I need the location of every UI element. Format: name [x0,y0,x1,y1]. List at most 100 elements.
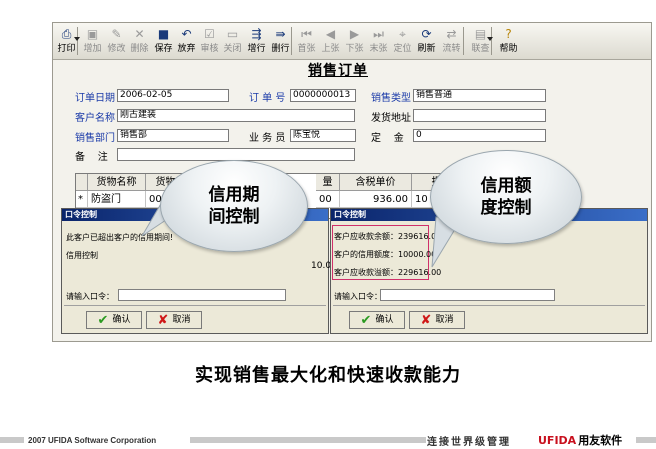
locate-icon: ⌖ [399,27,406,41]
confirm-label: 确认 [112,315,131,325]
check-icon: ✔ [360,312,372,328]
password-label: 请输入口令： [334,292,382,301]
toolbar-button-10[interactable]: ⏮ 首张 [295,25,318,57]
toolbar-separator-after-flow [463,27,464,55]
footer-bar [0,437,24,443]
toolbar-button-1[interactable]: ▣ 增加 [81,25,104,57]
refresh-icon: ⟳ [421,27,432,41]
printer-icon: ⎙ [61,27,72,41]
toolbar-separator-after-print [77,27,78,55]
cancel-button[interactable]: ✘ 取消 [146,311,202,329]
password-input[interactable] [118,289,286,301]
toolbar-button-2[interactable]: ✎ 修改 [105,25,128,57]
toolbar-button-17[interactable]: ▤ 联查 [469,25,492,57]
toolbar-button-4[interactable]: ■ 保存 [152,25,175,57]
remark-label: 备 注 [75,152,108,163]
grid-partial-value: 10.0 [311,261,332,271]
dept-label: 销售部门 [75,133,115,144]
grid-row-marker: * [76,191,88,208]
form-title: 销售订单 [308,63,368,79]
toolbar-button-label: 打印 [57,44,76,54]
password-label: 请输入口令： [66,292,114,301]
cancel-button[interactable]: ✘ 取消 [409,311,465,329]
toolbar-button-label: 增加 [83,44,102,54]
confirm-button[interactable]: ✔ 确认 [86,311,142,329]
query-icon: ▤ [474,27,487,41]
order-date-label: 订单日期 [75,93,115,104]
password-input[interactable] [380,289,555,301]
dialog-divider [64,305,326,306]
toolbar-button-12[interactable]: ▶ 下张 [343,25,366,57]
toolbar-button-18[interactable]: ? 帮助 [497,25,520,57]
toolbar-button-13[interactable]: ⏭ 末张 [367,25,390,57]
toolbar-button-label: 刷新 [417,44,436,54]
dialog-subtitle: 信用控制 [66,251,98,260]
cancel-label: 取消 [172,315,191,325]
order-date-field[interactable]: 2006-02-05 [117,89,229,102]
toolbar-button-7[interactable]: ▭ 关闭 [221,25,244,57]
dept-field[interactable]: 销售部 [117,129,229,142]
dropdown-arrow-print-icon[interactable] [74,37,80,41]
add-row-icon: ⇶ [251,27,262,41]
first-record-icon: ⏮ [301,27,312,41]
toolbar-button-label: 删行 [271,44,290,54]
toolbar-button-label: 下张 [345,44,364,54]
footer-bar [636,437,656,443]
dropdown-arrow-query-icon[interactable] [487,37,493,41]
toolbar-button-label: 首张 [297,44,316,54]
save-disk-icon: ■ [157,27,170,41]
toolbar-separator-after-query [491,27,492,55]
toolbar-button-5[interactable]: ↶ 放弃 [175,25,198,57]
toolbar-button-label: 末张 [369,44,388,54]
help-icon: ? [505,27,512,41]
grid-header-qty: 量 [316,174,340,191]
grid-cell-price[interactable]: 936.00 [340,191,412,208]
toolbar-button-3[interactable]: ✕ 删除 [128,25,151,57]
deposit-field[interactable]: 0 [413,129,546,142]
toolbar-button-label: 联查 [471,44,490,54]
toolbar-button-9[interactable]: ⇛ 删行 [269,25,292,57]
sales-type-label: 销售类型 [371,93,411,104]
undo-icon: ↶ [181,27,192,41]
deposit-label: 定 金 [371,133,404,144]
toolbar-button-0[interactable]: ⎙ 打印 [55,25,78,57]
add-document-icon: ▣ [86,27,99,41]
toolbar-button-label: 修改 [107,44,126,54]
toolbar-button-16[interactable]: ⇄ 流转 [440,25,463,57]
footer-slogan: 连接世界级管理 [427,437,511,448]
order-no-field[interactable]: 0000000013 [290,89,356,102]
toolbar: ⎙ 打印 ▣ 增加 ✎ 修改 ✕ 删除 ■ 保存 ↶ 放弃 ☑ 审核 ▭ 关闭 ⇶ 增行 ⇛ 删行 ⏮ 首张 ◀ 上张 ▶ 下张 ⏭… [53,23,651,60]
slide-caption: 实现销售最大化和快速收款能力 [195,365,461,386]
grid-cell-qty[interactable]: 00 [316,191,340,208]
check-icon: ✔ [97,312,109,328]
ship-address-field[interactable] [413,109,546,122]
grid-row-header [76,174,88,191]
prev-record-icon: ◀ [325,27,336,41]
credit-limit: 客户的信用额度：10000.00 [334,250,437,259]
grid-cell-name[interactable]: 防盗门 [88,191,146,208]
customer-label: 客户名称 [75,113,115,124]
customer-field[interactable]: 刚古建装 [117,109,355,122]
salesman-field[interactable]: 陈宝悦 [290,129,356,142]
toolbar-button-6[interactable]: ☑ 审核 [198,25,221,57]
salesman-label: 业 务 员 [249,133,286,144]
next-record-icon: ▶ [349,27,360,41]
receivable-excess: 客户应收款溢额：229616.00 [334,268,442,277]
toolbar-button-label: 审核 [200,44,219,54]
grid-header-price: 含税单价 [340,174,412,191]
toolbar-button-15[interactable]: ⟳ 刷新 [415,25,438,57]
toolbar-button-8[interactable]: ⇶ 增行 [245,25,268,57]
brand-name: UFIDA [538,434,577,447]
toolbar-button-11[interactable]: ◀ 上张 [319,25,342,57]
grid-header-name: 货物名称 [88,174,146,191]
toolbar-button-label: 帮助 [499,44,518,54]
toolbar-button-label: 流转 [442,44,461,54]
sales-type-field[interactable]: 销售普通 [413,89,546,102]
toolbar-button-14[interactable]: ⌖ 定位 [391,25,414,57]
delete-x-icon: ✕ [134,27,145,41]
toolbar-button-label: 删除 [130,44,149,54]
toolbar-separator-after-row-ops [291,27,292,55]
confirm-button[interactable]: ✔ 确认 [349,311,405,329]
edit-icon: ✎ [111,27,122,41]
order-no-label: 订 单 号 [249,93,286,104]
